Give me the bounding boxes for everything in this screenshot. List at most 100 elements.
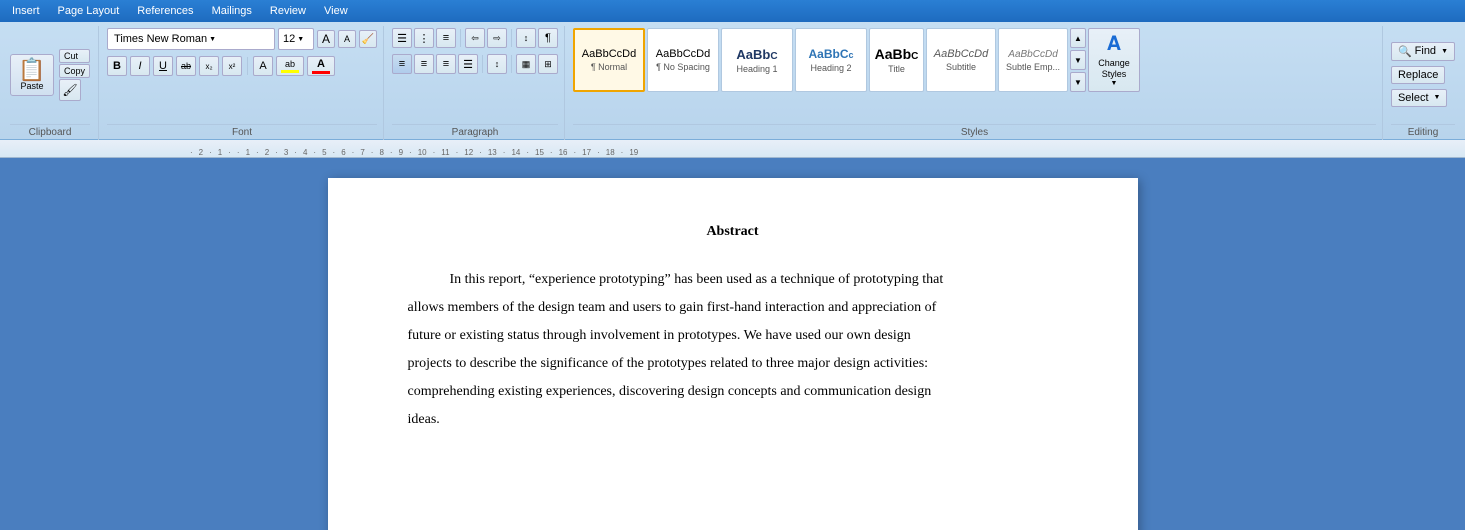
text-effect-button[interactable]: A [253,56,273,76]
decrease-indent-button[interactable]: ⇦ [465,28,485,48]
line-spacing-button[interactable]: ↕ [487,54,507,74]
borders-button[interactable]: ⊞ [538,54,558,74]
document-area: Abstract In this report, “experience pro… [0,158,1465,530]
styles-gallery: AaBbCcDd ¶ Normal AaBbCcDd ¶ No Spacing … [573,28,1376,122]
style-heading2-item[interactable]: AaBbCc Heading 2 [795,28,867,92]
style-heading1-item[interactable]: AaBbC Heading 1 [721,28,793,92]
menu-view[interactable]: View [316,3,356,19]
abstract-title: Abstract [408,218,1058,246]
clipboard-label: Clipboard [10,124,90,140]
style-subtitle-item[interactable]: AaBbCcDd Subtitle [926,28,996,92]
abstract-paragraph5: comprehending existing experiences, disc… [408,378,1058,406]
justify-button[interactable]: ☰ [458,54,478,74]
change-styles-arrow: ▼ [1111,80,1118,87]
style-heading2-preview: AaBbCc [809,47,854,61]
multilevel-button[interactable]: ≡ [436,28,456,48]
font-size-dropdown-arrow: ▼ [297,36,304,43]
select-dropdown-arrow: ▼ [1434,94,1441,101]
numbering-button[interactable]: ⋮ [414,28,434,48]
font-row2: B I U ab x₂ x² A ab A [107,56,335,76]
align-right-button[interactable]: ≡ [436,54,456,74]
clear-format-button[interactable]: 🧹 [359,30,377,48]
paste-button[interactable]: 📋 Paste [10,54,54,96]
style-heading1-preview: AaBbC [736,47,777,62]
change-styles-button[interactable]: 𝐀 ChangeStyles ▼ [1088,28,1140,92]
show-marks-button[interactable]: ¶ [538,28,558,48]
abstract-body[interactable]: In this report, “experience prototyping”… [408,266,1058,434]
font-group: Times New Roman ▼ 12 ▼ A A 🧹 B I U [101,26,384,140]
font-label: Font [107,124,377,140]
menu-mailings[interactable]: Mailings [204,3,260,19]
ruler-content: ·2 ·1 · ·1 ·2 ·3 ·4 ·5 ·6 ·7 ·8 ·9 ·10 ·… [0,140,1465,157]
font-separator [247,57,248,75]
replace-label: Replace [1398,69,1438,81]
paragraph-label: Paragraph [392,124,558,140]
style-nospacing-item[interactable]: AaBbCcDd ¶ No Spacing [647,28,719,92]
superscript-button[interactable]: x² [222,56,242,76]
ruler: ·2 ·1 · ·1 ·2 ·3 ·4 ·5 ·6 ·7 ·8 ·9 ·10 ·… [0,140,1465,158]
styles-group: AaBbCcDd ¶ Normal AaBbCcDd ¶ No Spacing … [567,26,1383,140]
menu-review[interactable]: Review [262,3,314,19]
select-button[interactable]: Select ▼ [1391,89,1448,107]
style-subtle-item[interactable]: AaBbCcDd Subtle Emp... [998,28,1068,92]
increase-indent-button[interactable]: ⇨ [487,28,507,48]
italic-button[interactable]: I [130,56,150,76]
editing-group-content: 🔍 Find ▼ Replace Select ▼ [1391,28,1455,122]
cut-button[interactable]: Cut [59,49,90,63]
bold-button[interactable]: B [107,56,127,76]
clipboard-group: 📋 Paste Cut Copy 🖌 Clipboard [4,26,99,140]
strikethrough-button[interactable]: ab [176,56,196,76]
change-styles-label: ChangeStyles [1098,58,1130,80]
copy-button[interactable]: Copy [59,64,90,78]
find-icon: 🔍 [1398,45,1412,58]
styles-scroll-buttons: ▲ ▼ ▼ [1070,28,1086,122]
styles-scroll-down[interactable]: ▼ [1070,50,1086,70]
highlight-letter: ab [285,59,295,69]
paragraph-group: ☰ ⋮ ≡ ⇦ ⇨ ↕ ¶ ≡ ≡ ≡ ☰ ↕ [386,26,565,140]
replace-button[interactable]: Replace [1391,66,1445,84]
paste-icon: 📋 [17,59,47,81]
paste-label: Paste [17,81,47,91]
highlight-color-button[interactable]: ab [276,56,304,76]
format-painter-button[interactable]: 🖌 [59,79,81,101]
style-normal-item[interactable]: AaBbCcDd ¶ Normal [573,28,645,92]
font-color-button[interactable]: A [307,56,335,76]
styles-expand[interactable]: ▼ [1070,72,1086,92]
abstract-paragraph2: allows members of the design team and us… [408,294,1058,322]
font-shrink-button[interactable]: A [338,30,356,48]
clipboard-group-content: 📋 Paste Cut Copy 🖌 [10,28,90,122]
font-size-box[interactable]: 12 ▼ [278,28,314,50]
ribbon: Insert Page Layout References Mailings R… [0,0,1465,140]
document-page[interactable]: Abstract In this report, “experience pro… [328,178,1138,530]
style-title-item[interactable]: AaBbC Title [869,28,924,92]
shading-button[interactable]: ▦ [516,54,536,74]
align-center-button[interactable]: ≡ [414,54,434,74]
menu-page-layout[interactable]: Page Layout [50,3,128,19]
font-name-box[interactable]: Times New Roman ▼ [107,28,275,50]
highlight-color-bar [281,70,299,73]
menu-insert[interactable]: Insert [4,3,48,19]
style-subtle-preview: AaBbCcDd [1008,49,1057,60]
bullets-button[interactable]: ☰ [392,28,412,48]
font-grow-button[interactable]: A [317,30,335,48]
styles-scroll-up[interactable]: ▲ [1070,28,1086,48]
find-button[interactable]: 🔍 Find ▼ [1391,42,1455,61]
style-title-label: Title [888,64,905,74]
paragraph-group-content: ☰ ⋮ ≡ ⇦ ⇨ ↕ ¶ ≡ ≡ ≡ ☰ ↕ [392,28,558,122]
menu-references[interactable]: References [129,3,201,19]
para-sep4 [511,55,512,73]
sort-button[interactable]: ↕ [516,28,536,48]
underline-button[interactable]: U [153,56,173,76]
style-nospacing-label: ¶ No Spacing [656,62,710,72]
font-color-bar [312,71,330,74]
styles-label: Styles [573,124,1376,140]
style-subtitle-label: Subtitle [946,62,976,72]
style-normal-preview: AaBbCcDd [582,48,636,60]
align-left-button[interactable]: ≡ [392,54,412,74]
menu-bar: Insert Page Layout References Mailings R… [0,0,1465,22]
para-row2: ≡ ≡ ≡ ☰ ↕ ▦ ⊞ [392,54,558,74]
find-dropdown-arrow: ▼ [1441,48,1448,55]
para-sep3 [482,55,483,73]
subscript-button[interactable]: x₂ [199,56,219,76]
style-heading2-label: Heading 2 [810,63,851,73]
